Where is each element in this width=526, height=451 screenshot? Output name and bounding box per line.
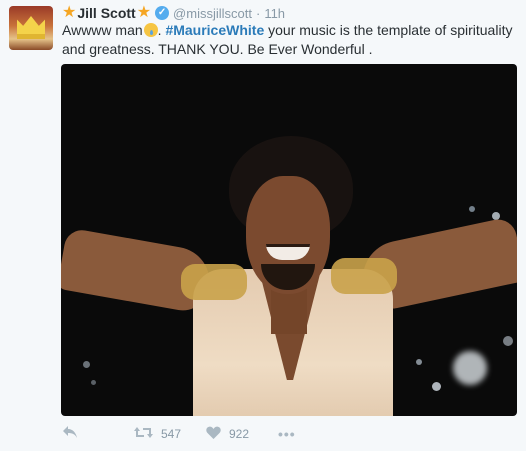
like-button[interactable]: 922 <box>206 426 278 443</box>
star-icon: ★ <box>62 4 77 21</box>
bokeh-light <box>83 361 90 368</box>
hashtag-link[interactable]: #MauriceWhite <box>165 22 264 38</box>
left-shoulder-trim <box>181 264 247 300</box>
tweet-photo[interactable] <box>61 64 517 416</box>
star-icon: ★ <box>136 4 152 21</box>
bokeh-light <box>91 380 96 385</box>
tweet-text-part: Awwww man <box>62 22 143 38</box>
retweet-icon <box>134 426 153 443</box>
bokeh-light <box>503 336 513 346</box>
more-button[interactable]: ••• <box>278 426 296 442</box>
crown-band <box>17 34 45 39</box>
bokeh-light <box>432 382 441 391</box>
crying-face-emoji-icon <box>143 23 158 37</box>
author-handle[interactable]: @missjillscott <box>173 6 252 21</box>
more-icon: ••• <box>278 426 296 442</box>
tweet-header: ★ Jill Scott ★ ✓ @missjillscott · 11h <box>62 4 285 22</box>
reply-button[interactable] <box>62 425 134 443</box>
bokeh-light <box>416 359 422 365</box>
author-name[interactable]: Jill Scott <box>77 5 135 21</box>
tweet-timestamp[interactable]: 11h <box>264 6 285 21</box>
bokeh-light <box>469 206 475 212</box>
retweet-button[interactable]: 547 <box>134 426 206 443</box>
verified-badge-icon: ✓ <box>155 6 170 20</box>
reply-icon <box>62 425 78 443</box>
right-shoulder-trim <box>331 258 397 294</box>
bokeh-light <box>453 351 487 385</box>
avatar[interactable] <box>9 6 53 50</box>
tweet-text: Awwww man. #MauriceWhite your music is t… <box>62 21 518 59</box>
retweet-count: 547 <box>161 427 182 441</box>
crown-graphic <box>17 16 45 34</box>
like-count: 922 <box>229 427 250 441</box>
tweet-actions: 547 922 ••• <box>62 424 296 444</box>
tweet: ★ Jill Scott ★ ✓ @missjillscott · 11h Aw… <box>0 0 526 451</box>
separator-dot: · <box>255 5 261 21</box>
heart-icon <box>206 426 221 443</box>
